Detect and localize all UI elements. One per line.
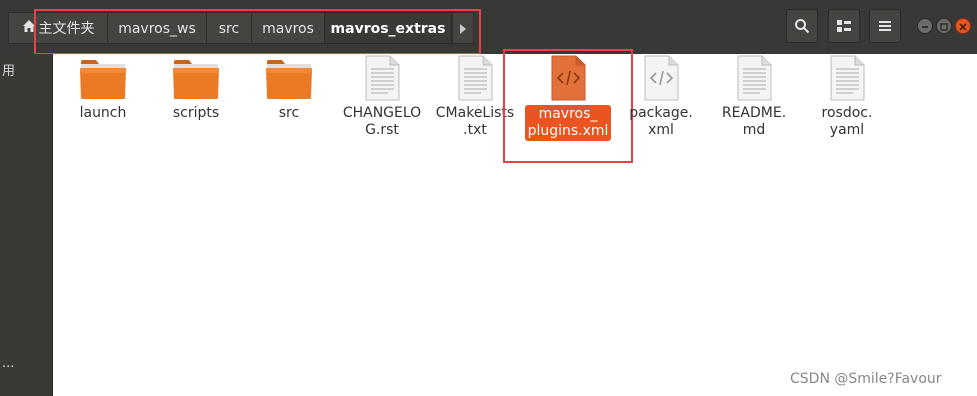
file-item-rosdoc[interactable]: rosdoc. yaml — [802, 55, 892, 145]
file-name-line: CHANGELO — [342, 105, 422, 121]
file-name-line: README. — [721, 105, 787, 121]
file-name-line: package. — [629, 105, 693, 121]
text-file-icon — [829, 55, 865, 105]
hamburger-icon — [879, 21, 891, 31]
close-icon — [959, 23, 967, 31]
search-icon — [795, 19, 810, 34]
menu-button[interactable] — [869, 9, 901, 43]
file-name-line: md — [742, 122, 766, 138]
folder-icon — [265, 58, 313, 104]
file-name: package. xml — [616, 105, 706, 139]
file-name-line: yaml — [829, 122, 865, 138]
sidebar: 用 ... — [0, 54, 53, 396]
annotation-box-selected-file — [503, 49, 633, 163]
file-name: rosdoc. yaml — [802, 105, 892, 139]
maximize-button[interactable] — [936, 18, 952, 34]
annotation-box-breadcrumb — [34, 9, 481, 55]
folder-icon — [172, 58, 220, 104]
file-name: README. md — [709, 105, 799, 139]
close-button[interactable] — [955, 18, 971, 34]
file-name-line: G.rst — [365, 122, 399, 138]
text-file-icon — [736, 55, 772, 105]
file-name: src — [278, 105, 300, 121]
sidebar-item-label[interactable]: 用 — [2, 60, 15, 79]
file-item-readme[interactable]: README. md — [709, 55, 799, 145]
file-item-launch[interactable]: launch — [58, 58, 148, 128]
xml-file-icon — [643, 55, 679, 105]
view-toggle-button[interactable] — [828, 9, 860, 43]
watermark: CSDN @Smile?Favour — [790, 371, 942, 387]
file-name-line: xml — [648, 122, 674, 138]
search-button[interactable] — [786, 9, 818, 43]
file-item-src[interactable]: src — [244, 58, 334, 128]
file-item-package[interactable]: package. xml — [616, 55, 706, 145]
file-name: scripts — [172, 105, 220, 121]
maximize-icon — [940, 23, 948, 31]
sidebar-more[interactable]: ... — [2, 356, 14, 371]
file-item-scripts[interactable]: scripts — [151, 58, 241, 128]
file-name: launch — [79, 105, 127, 121]
minimize-icon — [922, 26, 928, 28]
file-item-changelog[interactable]: CHANGELO G.rst — [337, 55, 427, 145]
file-name: CHANGELO G.rst — [337, 105, 427, 139]
file-name-line: rosdoc. — [821, 105, 873, 121]
minimize-button[interactable] — [917, 18, 933, 34]
text-file-icon — [457, 55, 493, 105]
folder-icon — [79, 58, 127, 104]
list-view-icon — [837, 20, 851, 32]
text-file-icon — [364, 55, 400, 105]
